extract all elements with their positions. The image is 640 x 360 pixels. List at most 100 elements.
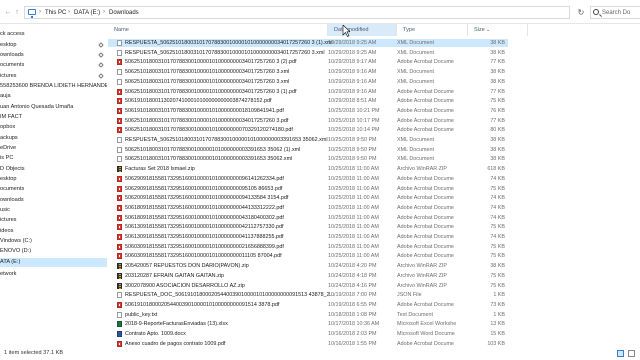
- file-row[interactable]: 5062510180031017078830010000010100000000…: [108, 155, 508, 163]
- file-row[interactable]: 5061309181558173295160010000101000000004…: [108, 223, 508, 231]
- file-type: Archivo WinRAR ZIP: [397, 263, 448, 270]
- file-row[interactable]: RESPUESTA_DOC_50619101800020544003901000…: [108, 291, 508, 299]
- status-selection-text: 1 item selected 37.1 KB: [4, 350, 64, 356]
- file-size: 38 KB: [490, 263, 505, 270]
- nav-item[interactable]: 558253600 BRENDA LIDIETH HERNANDEZ C: [0, 82, 107, 91]
- large-icons-view-icon[interactable]: [628, 350, 635, 357]
- nav-item[interactable]: is PC: [0, 154, 107, 163]
- nav-item[interactable]: ck access: [0, 30, 107, 39]
- nav-item[interactable]: ocuments: [0, 61, 107, 70]
- file-date-modified: 10/19/2018 6:55 PM: [328, 301, 377, 308]
- file-row[interactable]: public_key.txt 10/18/2018 1:08 PM Text Doc…: [108, 311, 508, 319]
- nav-item[interactable]: opbox: [0, 123, 107, 132]
- file-row[interactable]: 5062510180031017078830010000101000000003…: [108, 88, 508, 96]
- file-type: XML Document: [397, 49, 434, 56]
- file-name: RESPUESTA_506251018003101707883001000010…: [125, 49, 325, 56]
- file-row[interactable]: 5062510180031017078830010000101000000003…: [108, 78, 508, 86]
- nav-item[interactable]: D Objects: [0, 165, 107, 174]
- file-row[interactable]: Contrato Apto. 1009.docx 10/16/2018 2:03 …: [108, 330, 508, 338]
- nav-item[interactable]: Vindows (C:): [0, 237, 107, 246]
- address-box[interactable]: › This PC › DATA (E:) › Downloads: [24, 6, 570, 19]
- file-row[interactable]: 5062909181558173295160010000101000000009…: [108, 185, 508, 193]
- mouse-cursor-icon: [342, 25, 350, 37]
- nav-item[interactable]: ictures: [0, 72, 107, 81]
- back-arrow-icon[interactable]: ←: [4, 8, 12, 17]
- nav-item[interactable]: ATA (E:): [0, 258, 107, 267]
- up-arrow-icon[interactable]: ↑: [13, 8, 21, 17]
- file-name: 5062510180031017078830010000101000000003…: [125, 117, 289, 124]
- file-row[interactable]: 205420057 REPUESTOS DON DARIO(PAVON).zip…: [108, 262, 508, 270]
- nav-item[interactable]: usic: [0, 206, 107, 215]
- file-row[interactable]: RESPUESTA_506251018003101707883001000001…: [108, 136, 508, 144]
- breadcrumb-this-pc[interactable]: This PC: [45, 10, 66, 16]
- file-date-modified: 10/25/2018 11:00 AM: [328, 166, 379, 173]
- file-row[interactable]: 5061809181558173295160010000101000000004…: [108, 214, 508, 222]
- refresh-icon[interactable]: ↻: [576, 8, 586, 18]
- file-row[interactable]: 5061910180031017078830010000101000000001…: [108, 107, 508, 115]
- file-row[interactable]: 5062510180031017078830010000101000000003…: [108, 68, 508, 76]
- file-row[interactable]: 3002078900 ASOCIACION DESARROLLO AZ.zip 1…: [108, 282, 508, 290]
- file-row[interactable]: RESPUESTA_506251018003101707883001000010…: [108, 39, 508, 47]
- file-row[interactable]: 5062510180031017078830010000101000000007…: [108, 126, 508, 134]
- vertical-scrollbar[interactable]: [634, 24, 640, 347]
- file-row[interactable]: 5062510180031017078830010000101000000003…: [108, 58, 508, 66]
- zip-file-icon: [117, 166, 122, 173]
- nav-item[interactable]: auja: [0, 92, 107, 101]
- file-row[interactable]: 5062510180031017078830010000010100000000…: [108, 146, 508, 154]
- nav-item[interactable]: ackups: [0, 134, 107, 143]
- file-row[interactable]: 5060309181558173295160010000101000000002…: [108, 243, 508, 251]
- nav-item-label: ownloads: [0, 197, 24, 203]
- pdf-file-icon: [117, 127, 122, 134]
- nav-item[interactable]: IM FACT: [0, 113, 107, 122]
- file-row[interactable]: 2018-9-ReporteFacturasEnviadas (13).xlsx…: [108, 320, 508, 328]
- file-row[interactable]: 5061910180002054400390100001010000000009…: [108, 301, 508, 309]
- pdf-file-icon: [117, 243, 122, 250]
- file-row[interactable]: 5060309181558173295160010000101000000001…: [108, 252, 508, 260]
- xml-file-icon: [117, 137, 122, 143]
- file-row[interactable]: 203120287 EFRAIN GAITAN GAITAN.zip 10/24/…: [108, 272, 508, 280]
- search-input[interactable]: Search Do: [590, 6, 640, 19]
- nav-item[interactable]: eDrive: [0, 144, 107, 153]
- breadcrumb-drive[interactable]: DATA (E:): [74, 10, 100, 16]
- nav-item-label: auja: [0, 93, 11, 99]
- nav-item[interactable]: etwork: [0, 270, 107, 279]
- file-row[interactable]: 5062009181558173295160010000101000000009…: [108, 194, 508, 202]
- column-header-name[interactable]: Name: [108, 24, 328, 36]
- pin-icon: [98, 42, 104, 48]
- file-row[interactable]: Facturas Set 2018 Ismael.zip 10/25/2018 1…: [108, 165, 508, 173]
- file-row[interactable]: 5061910180011302074100010100000000003874…: [108, 97, 508, 105]
- file-name: RESPUESTA_506251018003101707883001000001…: [125, 137, 328, 143]
- breadcrumb-downloads[interactable]: Downloads: [109, 10, 139, 16]
- nav-item[interactable]: ideos: [0, 227, 107, 236]
- nav-item[interactable]: ownloads: [0, 196, 107, 205]
- sort-chevron-icon: ⌄: [486, 27, 491, 33]
- file-type: XML Document: [397, 137, 434, 143]
- json-file-icon: [117, 292, 122, 299]
- file-row[interactable]: 5062510180031017078830010000101000000003…: [108, 117, 508, 125]
- file-row[interactable]: 5061809181558173295160010000101000000004…: [108, 204, 508, 212]
- column-header-size[interactable]: Size: [468, 24, 528, 36]
- breadcrumb-separator-icon: ›: [39, 9, 41, 15]
- details-view-icon[interactable]: [617, 350, 624, 357]
- column-header-date-modified[interactable]: Date modified: [328, 24, 397, 36]
- nav-item[interactable]: ocuments: [0, 185, 107, 194]
- nav-item[interactable]: ownloads: [0, 51, 107, 60]
- file-row[interactable]: 5061309181558173295160010000101000000004…: [108, 233, 508, 241]
- file-row[interactable]: RESPUESTA_506251018003101707883001000010…: [108, 49, 508, 57]
- nav-item-label: ideos: [0, 228, 14, 234]
- nav-item[interactable]: esktop: [0, 175, 107, 184]
- file-row[interactable]: 5062909181558173295160010000101000000009…: [108, 175, 508, 183]
- nav-item-label: uan Antonio Quesada Umaña: [0, 104, 74, 110]
- file-size: 74 KB: [490, 214, 505, 221]
- file-type: Text Document: [397, 311, 433, 318]
- nav-item[interactable]: uan Antonio Quesada Umaña: [0, 103, 107, 112]
- file-type: Adobe Acrobat Docume: [397, 204, 454, 211]
- file-size: 13 KB: [490, 321, 505, 328]
- column-header-type[interactable]: Type: [397, 24, 468, 36]
- nav-item[interactable]: ENOVO (D:): [0, 247, 107, 256]
- file-type: Adobe Acrobat Docume: [397, 224, 454, 231]
- nav-item-label: usic: [0, 207, 10, 213]
- nav-item-label: esktop: [0, 42, 17, 48]
- nav-item[interactable]: ictures: [0, 216, 107, 225]
- nav-item[interactable]: esktop: [0, 41, 107, 50]
